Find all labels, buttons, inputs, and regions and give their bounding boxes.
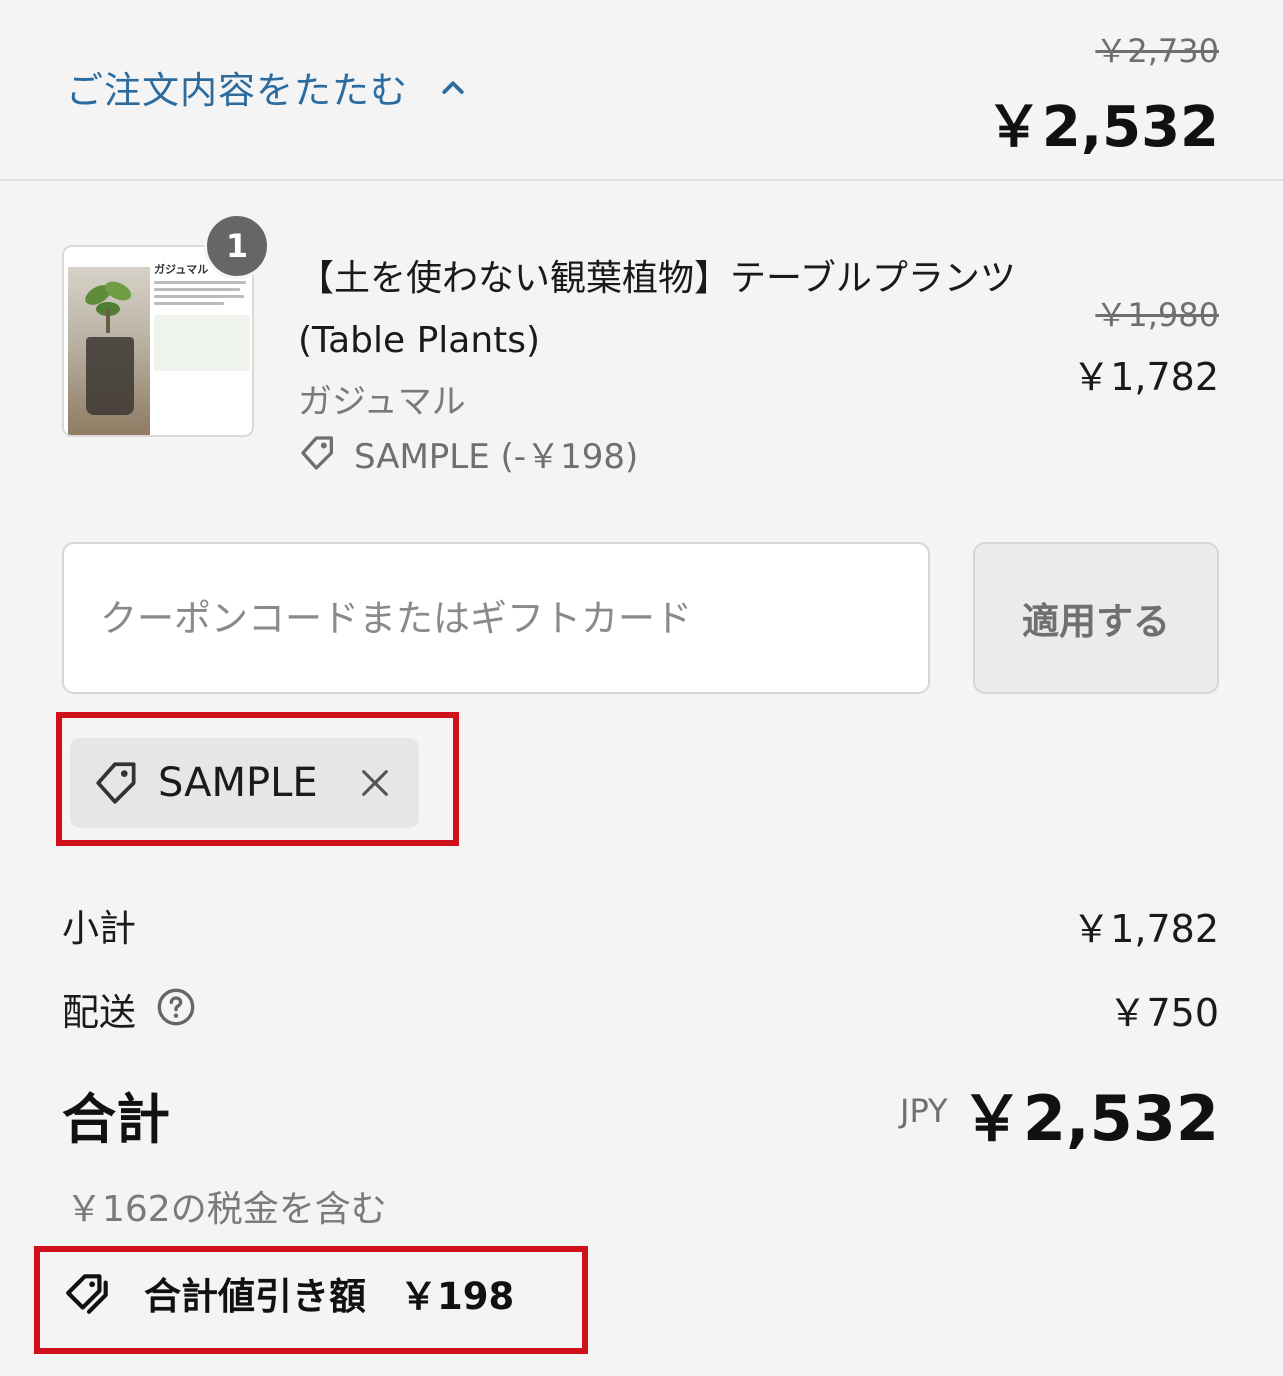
apply-coupon-button[interactable]: 適用する: [973, 542, 1219, 694]
collapse-order-summary-toggle[interactable]: ご注文内容をたたむ: [66, 62, 468, 112]
savings-label: 合計値引き額: [144, 1275, 366, 1318]
product-photo: [68, 267, 150, 435]
shipping-label: 配送: [62, 991, 136, 1034]
total-label: 合計: [62, 1088, 170, 1151]
subtotal-value: ￥1,782: [1072, 907, 1219, 951]
quantity-badge: 1: [204, 213, 270, 279]
header-compare-at-total: ￥2,730: [1095, 32, 1219, 70]
collapse-toggle-label: ご注文内容をたたむ: [66, 69, 408, 112]
savings-value: ￥198: [400, 1275, 515, 1318]
product-discount-line: SAMPLE (-￥198): [298, 430, 639, 477]
total-savings: 合計値引き額 ￥198: [64, 1268, 514, 1318]
product-discount-label: SAMPLE (-￥198): [354, 436, 639, 477]
subtotal-label: 小計: [62, 907, 136, 950]
tag-icon: [301, 436, 333, 470]
help-icon[interactable]: [156, 987, 196, 1027]
product-price: ￥1,782: [1072, 355, 1219, 399]
plant-leaves-graphic: [85, 281, 132, 333]
product-title: 【土を使わない観葉植物】テーブルプランツ(Table Plants): [298, 258, 1016, 361]
product-variant: ガジュマル: [298, 382, 466, 422]
plant-pot-graphic: [86, 337, 134, 415]
tag-icon: [96, 762, 136, 804]
tax-note: ￥162の税金を含む: [66, 1189, 387, 1230]
currency-code: JPY: [900, 1092, 948, 1130]
header-total: ￥2,532: [985, 95, 1219, 160]
tags-icon: [66, 1274, 108, 1314]
shipping-value: ￥750: [1108, 991, 1219, 1035]
remove-discount-button[interactable]: [352, 760, 398, 806]
applied-discount-chip: SAMPLE: [70, 738, 419, 828]
order-summary-page: ご注文内容をたたむ ￥2,730 ￥2,532 ガジュマル 1 【土を使わない観…: [0, 0, 1283, 1376]
order-summary-header: ご注文内容をたたむ ￥2,730 ￥2,532: [0, 0, 1283, 181]
total-value: ￥2,532: [960, 1082, 1219, 1155]
coupon-code-input[interactable]: [62, 542, 930, 694]
product-compare-at-price: ￥1,980: [1095, 296, 1219, 334]
close-icon: [362, 770, 388, 796]
applied-discount-code: SAMPLE: [158, 760, 318, 806]
chevron-up-icon: [442, 81, 464, 94]
